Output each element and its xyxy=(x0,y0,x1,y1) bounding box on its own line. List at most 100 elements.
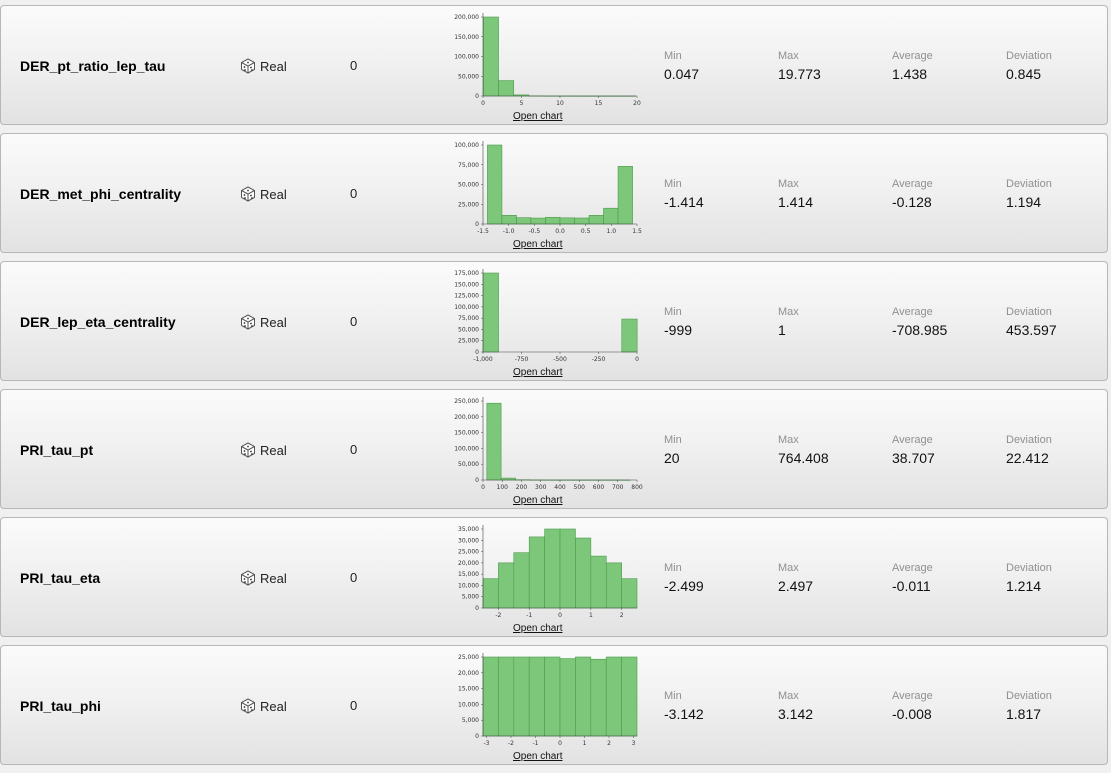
min-stat: Min -999 xyxy=(664,306,692,338)
attribute-row[interactable]: PRI_tau_phi Real 0 0 5,000 10,000 15,000 20,… xyxy=(0,645,1108,765)
dice-icon xyxy=(240,186,256,202)
max-value: 3.142 xyxy=(778,706,814,722)
histogram-bar xyxy=(588,215,604,225)
x-tick-label: -1,000 xyxy=(473,356,493,363)
y-tick-label: 15,000 xyxy=(458,571,479,578)
y-tick-label: 25,000 xyxy=(458,201,479,208)
x-tick-label: 0 xyxy=(481,484,485,491)
histogram-chart[interactable]: 0 50,000 100,000 150,000 200,000 0 5 10 15 20 xyxy=(441,6,651,111)
histogram-bar xyxy=(605,562,622,609)
histogram-chart[interactable]: 0 5,000 10,000 15,000 20,000 25,000 30,000 35,0… xyxy=(441,518,651,623)
y-tick-label: 25,000 xyxy=(458,654,479,661)
min-stat: Min -1.414 xyxy=(664,178,704,210)
deviation-label: Deviation xyxy=(1006,50,1052,62)
attribute-row[interactable]: PRI_tau_pt Real 0 0 50,000 100,000 150,000 2… xyxy=(0,389,1108,509)
y-tick-label: 175,000 xyxy=(454,270,479,277)
x-tick-label: 200 xyxy=(516,484,528,491)
dice-icon xyxy=(240,58,256,74)
average-stat: Average -0.128 xyxy=(892,178,933,210)
min-value: -1.414 xyxy=(664,194,704,210)
histogram-chart[interactable]: 0 25,000 50,000 75,000 100,000 125,000 150,000… xyxy=(441,262,651,367)
average-value: 38.707 xyxy=(892,450,935,466)
x-tick-label: 3 xyxy=(632,740,636,747)
attribute-row[interactable]: DER_lep_eta_centrality Real 0 0 25,000 50,… xyxy=(0,261,1108,381)
min-stat: Min -2.499 xyxy=(664,562,704,594)
x-tick-label: 0.0 xyxy=(555,228,565,235)
x-tick-label: 0 xyxy=(635,356,639,363)
average-value: 1.438 xyxy=(892,66,928,82)
deviation-value: 1.817 xyxy=(1006,706,1042,722)
open-chart-link[interactable]: Open chart xyxy=(513,623,562,634)
histogram-bar xyxy=(605,656,622,737)
attribute-row[interactable]: DER_pt_ratio_lep_tau Real 0 0 50,000 100,0… xyxy=(0,5,1108,125)
attribute-row[interactable]: DER_met_phi_centrality Real 0 0 25,000 50,… xyxy=(0,133,1108,253)
y-tick-label: 0 xyxy=(475,605,479,612)
open-chart-link[interactable]: Open chart xyxy=(513,111,562,122)
histogram-bar xyxy=(545,216,561,225)
histogram-bar xyxy=(603,207,619,225)
deviation-label: Deviation xyxy=(1006,306,1052,318)
min-value: -3.142 xyxy=(664,706,704,722)
x-tick-label: -750 xyxy=(515,356,529,363)
y-tick-label: 0 xyxy=(475,221,479,228)
x-tick-label: -2 xyxy=(495,612,501,619)
y-tick-label: 5,000 xyxy=(462,717,479,724)
histogram-chart[interactable]: 0 25,000 50,000 75,000 100,000 -1.5 -1.0 -0.5 0.… xyxy=(441,134,651,239)
attribute-type: Real xyxy=(260,315,287,330)
max-label: Max xyxy=(778,434,799,446)
average-value: -0.011 xyxy=(892,578,931,594)
histogram-bar xyxy=(575,656,592,737)
open-chart-link[interactable]: Open chart xyxy=(513,239,562,250)
x-tick-label: 1 xyxy=(583,740,587,747)
x-tick-label: 400 xyxy=(554,484,566,491)
deviation-stat: Deviation 1.214 xyxy=(1006,562,1052,594)
y-tick-label: 200,000 xyxy=(454,14,479,21)
histogram-chart[interactable]: 0 5,000 10,000 15,000 20,000 25,000 -3 -2 -1 0 1 2 3 xyxy=(441,646,651,751)
histogram-bar xyxy=(486,402,502,481)
histogram-chart[interactable]: 0 50,000 100,000 150,000 200,000 250,000 0 100 2… xyxy=(441,390,651,495)
x-tick-label: 0 xyxy=(558,740,562,747)
y-tick-label: 200,000 xyxy=(454,414,479,421)
y-tick-label: 125,000 xyxy=(454,293,479,300)
histogram-bar xyxy=(544,656,561,737)
min-label: Min xyxy=(664,50,682,62)
open-chart-link[interactable]: Open chart xyxy=(513,495,562,506)
x-tick-label: -0.5 xyxy=(528,228,540,235)
attribute-row[interactable]: PRI_tau_eta Real 0 0 5,000 10,000 15,000 20,… xyxy=(0,517,1108,637)
average-label: Average xyxy=(892,306,933,318)
histogram-bar xyxy=(516,217,532,225)
y-tick-label: 50,000 xyxy=(458,461,479,468)
x-tick-label: -250 xyxy=(592,356,606,363)
histogram-bar xyxy=(482,656,499,737)
max-stat: Max 1.414 xyxy=(778,178,813,210)
y-tick-label: 25,000 xyxy=(458,549,479,556)
y-tick-label: 250,000 xyxy=(454,398,479,405)
average-label: Average xyxy=(892,434,933,446)
missing-count: 0 xyxy=(350,314,358,329)
min-value: -999 xyxy=(664,322,693,338)
missing-count: 0 xyxy=(350,698,358,713)
max-stat: Max 19.773 xyxy=(778,50,821,82)
max-label: Max xyxy=(778,562,799,574)
average-stat: Average -0.011 xyxy=(892,562,933,594)
deviation-value: 1.194 xyxy=(1006,194,1042,210)
x-tick-label: 0.5 xyxy=(581,228,591,235)
max-stat: Max 3.142 xyxy=(778,690,813,722)
min-stat: Min 20 xyxy=(664,434,682,466)
attribute-type: Real xyxy=(260,699,287,714)
min-value: 20 xyxy=(664,450,680,466)
histogram-bar xyxy=(483,16,499,97)
deviation-stat: Deviation 22.412 xyxy=(1006,434,1052,466)
y-tick-label: 150,000 xyxy=(454,281,479,288)
open-chart-link[interactable]: Open chart xyxy=(513,367,562,378)
histogram-bar xyxy=(528,656,545,737)
x-tick-label: -1 xyxy=(526,612,532,619)
average-label: Average xyxy=(892,690,933,702)
x-tick-label: 1 xyxy=(589,612,593,619)
x-tick-label: -3 xyxy=(483,740,489,747)
y-tick-label: 0 xyxy=(475,477,479,484)
min-label: Min xyxy=(664,178,682,190)
open-chart-link[interactable]: Open chart xyxy=(513,751,562,762)
attribute-type: Real xyxy=(260,571,287,586)
deviation-label: Deviation xyxy=(1006,690,1052,702)
